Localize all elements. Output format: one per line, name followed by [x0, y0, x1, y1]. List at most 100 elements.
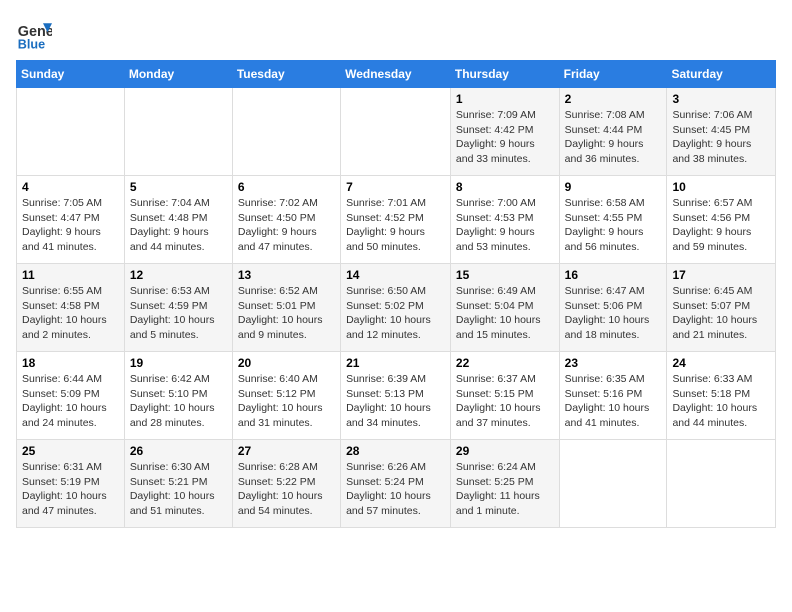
- calendar-cell: 7 Sunrise: 7:01 AM Sunset: 4:52 PM Daylig…: [341, 176, 451, 264]
- calendar-cell: 22 Sunrise: 6:37 AM Sunset: 5:15 PM Dayli…: [450, 352, 559, 440]
- calendar-cell: 14 Sunrise: 6:50 AM Sunset: 5:02 PM Dayli…: [341, 264, 451, 352]
- calendar-cell: 21 Sunrise: 6:39 AM Sunset: 5:13 PM Dayli…: [341, 352, 451, 440]
- day-info: Sunrise: 6:50 AM Sunset: 5:02 PM Dayligh…: [346, 284, 445, 343]
- day-number: 10: [672, 180, 770, 194]
- calendar-cell: 2 Sunrise: 7:08 AM Sunset: 4:44 PM Daylig…: [559, 88, 667, 176]
- calendar-cell: 26 Sunrise: 6:30 AM Sunset: 5:21 PM Dayli…: [124, 440, 232, 528]
- day-number: 1: [456, 92, 554, 106]
- calendar-table: SundayMondayTuesdayWednesdayThursdayFrid…: [16, 60, 776, 528]
- header-friday: Friday: [559, 61, 667, 88]
- day-number: 14: [346, 268, 445, 282]
- calendar-cell: 9 Sunrise: 6:58 AM Sunset: 4:55 PM Daylig…: [559, 176, 667, 264]
- calendar-cell: 8 Sunrise: 7:00 AM Sunset: 4:53 PM Daylig…: [450, 176, 559, 264]
- calendar-cell: 19 Sunrise: 6:42 AM Sunset: 5:10 PM Dayli…: [124, 352, 232, 440]
- day-number: 18: [22, 356, 119, 370]
- day-info: Sunrise: 6:40 AM Sunset: 5:12 PM Dayligh…: [238, 372, 335, 431]
- calendar-cell: 5 Sunrise: 7:04 AM Sunset: 4:48 PM Daylig…: [124, 176, 232, 264]
- calendar-cell: 25 Sunrise: 6:31 AM Sunset: 5:19 PM Dayli…: [17, 440, 125, 528]
- day-info: Sunrise: 7:00 AM Sunset: 4:53 PM Dayligh…: [456, 196, 554, 255]
- day-number: 9: [565, 180, 662, 194]
- calendar-cell: 6 Sunrise: 7:02 AM Sunset: 4:50 PM Daylig…: [232, 176, 340, 264]
- day-info: Sunrise: 6:44 AM Sunset: 5:09 PM Dayligh…: [22, 372, 119, 431]
- day-number: 19: [130, 356, 227, 370]
- day-info: Sunrise: 6:45 AM Sunset: 5:07 PM Dayligh…: [672, 284, 770, 343]
- day-info: Sunrise: 6:42 AM Sunset: 5:10 PM Dayligh…: [130, 372, 227, 431]
- day-info: Sunrise: 6:55 AM Sunset: 4:58 PM Dayligh…: [22, 284, 119, 343]
- day-number: 21: [346, 356, 445, 370]
- day-info: Sunrise: 6:28 AM Sunset: 5:22 PM Dayligh…: [238, 460, 335, 519]
- day-info: Sunrise: 6:52 AM Sunset: 5:01 PM Dayligh…: [238, 284, 335, 343]
- calendar-cell: [559, 440, 667, 528]
- calendar-cell: 29 Sunrise: 6:24 AM Sunset: 5:25 PM Dayli…: [450, 440, 559, 528]
- day-info: Sunrise: 6:30 AM Sunset: 5:21 PM Dayligh…: [130, 460, 227, 519]
- day-number: 6: [238, 180, 335, 194]
- calendar-week-0: 1 Sunrise: 7:09 AM Sunset: 4:42 PM Daylig…: [17, 88, 776, 176]
- calendar-cell: 23Sunrise: 6:35 AM Sunset: 5:16 PM Dayli…: [559, 352, 667, 440]
- day-number: 16: [565, 268, 662, 282]
- calendar-week-4: 25 Sunrise: 6:31 AM Sunset: 5:19 PM Dayli…: [17, 440, 776, 528]
- day-info: Sunrise: 7:09 AM Sunset: 4:42 PM Dayligh…: [456, 108, 554, 167]
- day-info: Sunrise: 7:08 AM Sunset: 4:44 PM Dayligh…: [565, 108, 662, 167]
- day-number: 29: [456, 444, 554, 458]
- logo: General Blue: [16, 16, 52, 52]
- day-number: 15: [456, 268, 554, 282]
- day-info: Sunrise: 6:49 AM Sunset: 5:04 PM Dayligh…: [456, 284, 554, 343]
- calendar-cell: 18 Sunrise: 6:44 AM Sunset: 5:09 PM Dayli…: [17, 352, 125, 440]
- calendar-cell: 24 Sunrise: 6:33 AM Sunset: 5:18 PM Dayli…: [667, 352, 776, 440]
- day-info: Sunrise: 6:53 AM Sunset: 4:59 PM Dayligh…: [130, 284, 227, 343]
- day-info: Sunrise: 7:05 AM Sunset: 4:47 PM Dayligh…: [22, 196, 119, 255]
- page-header: General Blue: [16, 16, 776, 52]
- calendar-cell: 17 Sunrise: 6:45 AM Sunset: 5:07 PM Dayli…: [667, 264, 776, 352]
- day-number: 4: [22, 180, 119, 194]
- calendar-cell: 16Sunrise: 6:47 AM Sunset: 5:06 PM Dayli…: [559, 264, 667, 352]
- day-number: 3: [672, 92, 770, 106]
- calendar-week-3: 18 Sunrise: 6:44 AM Sunset: 5:09 PM Dayli…: [17, 352, 776, 440]
- svg-text:Blue: Blue: [18, 37, 45, 51]
- day-info: Sunrise: 6:24 AM Sunset: 5:25 PM Dayligh…: [456, 460, 554, 519]
- calendar-cell: 20 Sunrise: 6:40 AM Sunset: 5:12 PM Dayli…: [232, 352, 340, 440]
- day-number: 22: [456, 356, 554, 370]
- day-number: 7: [346, 180, 445, 194]
- day-info: Sunrise: 6:39 AM Sunset: 5:13 PM Dayligh…: [346, 372, 445, 431]
- day-number: 24: [672, 356, 770, 370]
- logo-icon: General Blue: [16, 16, 52, 52]
- day-number: 26: [130, 444, 227, 458]
- calendar-cell: [17, 88, 125, 176]
- calendar-header-row: SundayMondayTuesdayWednesdayThursdayFrid…: [17, 61, 776, 88]
- day-number: 2: [565, 92, 662, 106]
- calendar-cell: 15 Sunrise: 6:49 AM Sunset: 5:04 PM Dayli…: [450, 264, 559, 352]
- day-number: 20: [238, 356, 335, 370]
- header-monday: Monday: [124, 61, 232, 88]
- day-number: 11: [22, 268, 119, 282]
- day-number: 5: [130, 180, 227, 194]
- day-info: Sunrise: 6:37 AM Sunset: 5:15 PM Dayligh…: [456, 372, 554, 431]
- day-number: 17: [672, 268, 770, 282]
- day-number: 28: [346, 444, 445, 458]
- day-number: 25: [22, 444, 119, 458]
- day-number: 8: [456, 180, 554, 194]
- header-wednesday: Wednesday: [341, 61, 451, 88]
- day-info: Sunrise: 7:04 AM Sunset: 4:48 PM Dayligh…: [130, 196, 227, 255]
- day-info: Sunrise: 6:26 AM Sunset: 5:24 PM Dayligh…: [346, 460, 445, 519]
- calendar-cell: [667, 440, 776, 528]
- calendar-cell: [341, 88, 451, 176]
- header-saturday: Saturday: [667, 61, 776, 88]
- day-info: Sunrise: 7:01 AM Sunset: 4:52 PM Dayligh…: [346, 196, 445, 255]
- calendar-cell: 28 Sunrise: 6:26 AM Sunset: 5:24 PM Dayli…: [341, 440, 451, 528]
- day-info: Sunrise: 6:35 AM Sunset: 5:16 PM Dayligh…: [565, 372, 662, 431]
- calendar-cell: 1 Sunrise: 7:09 AM Sunset: 4:42 PM Daylig…: [450, 88, 559, 176]
- day-info: Sunrise: 6:31 AM Sunset: 5:19 PM Dayligh…: [22, 460, 119, 519]
- header-thursday: Thursday: [450, 61, 559, 88]
- day-info: Sunrise: 6:58 AM Sunset: 4:55 PM Dayligh…: [565, 196, 662, 255]
- calendar-week-2: 11 Sunrise: 6:55 AM Sunset: 4:58 PM Dayli…: [17, 264, 776, 352]
- day-number: 13: [238, 268, 335, 282]
- day-number: 27: [238, 444, 335, 458]
- day-number: 12: [130, 268, 227, 282]
- day-info: Sunrise: 7:02 AM Sunset: 4:50 PM Dayligh…: [238, 196, 335, 255]
- day-info: Sunrise: 6:33 AM Sunset: 5:18 PM Dayligh…: [672, 372, 770, 431]
- calendar-cell: [232, 88, 340, 176]
- calendar-cell: 12 Sunrise: 6:53 AM Sunset: 4:59 PM Dayli…: [124, 264, 232, 352]
- calendar-week-1: 4 Sunrise: 7:05 AM Sunset: 4:47 PM Daylig…: [17, 176, 776, 264]
- day-info: Sunrise: 6:57 AM Sunset: 4:56 PM Dayligh…: [672, 196, 770, 255]
- header-sunday: Sunday: [17, 61, 125, 88]
